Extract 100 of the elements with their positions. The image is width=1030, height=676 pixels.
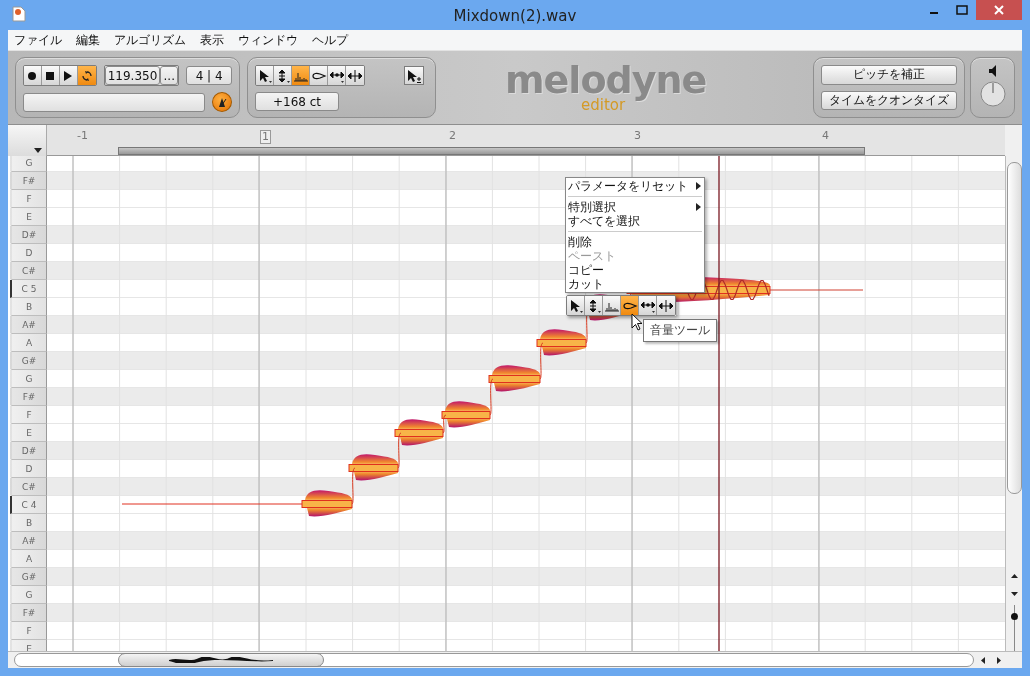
pitch-transition-line	[442, 414, 447, 434]
tool-button[interactable]	[310, 66, 328, 85]
tool-button[interactable]	[657, 296, 675, 315]
piano-key[interactable]: A#	[10, 316, 47, 334]
caret-icon[interactable]	[34, 148, 42, 153]
note-blob[interactable]	[536, 329, 587, 356]
menu-item[interactable]: 表示	[200, 31, 224, 49]
piano-key[interactable]: G#	[10, 352, 47, 370]
piano-key[interactable]: G	[10, 156, 47, 172]
menu-item-label: 特別選択	[568, 200, 616, 214]
note-blob[interactable]	[348, 454, 399, 481]
bar-number: 1	[260, 130, 271, 144]
record-icon	[27, 70, 38, 81]
speaker-icon	[987, 65, 998, 77]
play-icon	[63, 70, 74, 81]
action-button[interactable]: タイムをクオンタイズ	[821, 90, 957, 110]
piano-key[interactable]: C#	[10, 262, 47, 280]
piano-key[interactable]: E	[10, 640, 47, 651]
piano-key[interactable]: G	[10, 586, 47, 604]
pitch-transition-line	[489, 378, 494, 416]
menu-item-label: すべてを選択	[568, 214, 640, 228]
piano-key[interactable]: C 5	[10, 280, 47, 298]
transport-button[interactable]	[24, 66, 42, 85]
menu-item-label: カット	[568, 277, 604, 291]
pitch-transition-line	[397, 432, 402, 469]
piano-key[interactable]: F#	[10, 172, 47, 190]
loop-icon	[81, 70, 92, 81]
region-bar[interactable]	[118, 147, 865, 155]
window-title: Mixdown(2).wav	[453, 7, 577, 25]
zoom-slider-thumb[interactable]	[1010, 612, 1018, 620]
piano-key[interactable]: A	[10, 334, 47, 352]
right-arrow-icon	[997, 656, 1001, 664]
piano-key[interactable]: E	[10, 424, 47, 442]
volume-knob[interactable]	[979, 81, 1006, 107]
document-icon	[12, 6, 26, 22]
piano-key[interactable]: A#	[10, 532, 47, 550]
metronome-icon	[216, 96, 229, 108]
tool-button[interactable]	[256, 66, 274, 85]
tool-button[interactable]	[603, 296, 621, 315]
bar-number: -1	[76, 130, 89, 142]
minimize-icon	[930, 12, 938, 14]
maximize-icon	[956, 5, 968, 15]
pitch-transition-line	[539, 342, 544, 380]
piano-key[interactable]: D#	[10, 442, 47, 460]
piano-key[interactable]: B	[10, 298, 47, 316]
tool-button[interactable]	[567, 296, 585, 315]
menu-item[interactable]: ウィンドウ	[238, 31, 298, 49]
note-blob[interactable]	[394, 419, 444, 446]
tempo-field[interactable]: 119.350	[104, 66, 161, 85]
piano-key[interactable]: D	[10, 460, 47, 478]
mouse-cursor-icon	[631, 313, 643, 331]
piano-key[interactable]: E	[10, 208, 47, 226]
piano-key[interactable]: G	[10, 370, 47, 388]
horizontal-scroll-thumb[interactable]	[118, 653, 324, 667]
tool-button[interactable]	[621, 296, 639, 315]
tooltip: 音量ツール	[643, 319, 717, 342]
piano-key[interactable]: F	[10, 190, 47, 208]
cents-field[interactable]: +168 ct	[255, 92, 339, 111]
menu-item[interactable]: ファイル	[14, 31, 62, 49]
piano-key[interactable]: A	[10, 550, 47, 568]
menu-item-label: コピー	[568, 263, 604, 277]
close-icon	[994, 5, 1004, 15]
vertical-scroll-thumb[interactable]	[1006, 162, 1022, 494]
select-plus-button[interactable]	[404, 66, 424, 85]
stop-icon	[45, 70, 56, 81]
menu-item-label: 削除	[568, 235, 592, 249]
piano-key[interactable]: F#	[10, 388, 47, 406]
position-field[interactable]	[23, 92, 206, 112]
menu-item[interactable]: アルゴリズム	[114, 31, 186, 49]
menu-item[interactable]: ヘルプ	[312, 31, 348, 49]
bar-number: 4	[821, 130, 830, 142]
split-icon	[347, 68, 363, 83]
down-arrow-icon	[1010, 592, 1018, 596]
pitch-transition-line	[351, 467, 356, 505]
piano-key[interactable]: B	[10, 514, 47, 532]
bar-number: 3	[633, 130, 642, 142]
piano-key[interactable]: D#	[10, 226, 47, 244]
close-button[interactable]	[976, 0, 1022, 20]
piano-key[interactable]: C#	[10, 478, 47, 496]
split-icon	[658, 298, 674, 313]
piano-key[interactable]: F#	[10, 604, 47, 622]
action-button[interactable]: ピッチを補正	[821, 65, 957, 85]
left-arrow-icon	[981, 656, 985, 664]
piano-key[interactable]: F	[10, 406, 47, 424]
tool-button[interactable]	[346, 66, 364, 85]
note-blob[interactable]	[441, 401, 491, 428]
tool-button[interactable]	[639, 296, 657, 315]
note-blob[interactable]	[301, 490, 353, 517]
meter-field[interactable]: 4 | 4	[186, 66, 232, 85]
note-blob[interactable]	[488, 365, 541, 392]
piano-key[interactable]: G#	[10, 568, 47, 586]
menu-item[interactable]: 編集	[76, 31, 100, 49]
piano-key[interactable]: D	[10, 244, 47, 262]
piano-key[interactable]: F	[10, 622, 47, 640]
tool-button[interactable]	[328, 66, 346, 85]
arrow-plus-icon	[406, 68, 422, 83]
piano-key[interactable]: C 4	[10, 496, 47, 514]
metronome-button[interactable]	[212, 92, 232, 112]
tempo-menu-button[interactable]: ...	[160, 66, 179, 85]
bar-number: 2	[448, 130, 457, 142]
